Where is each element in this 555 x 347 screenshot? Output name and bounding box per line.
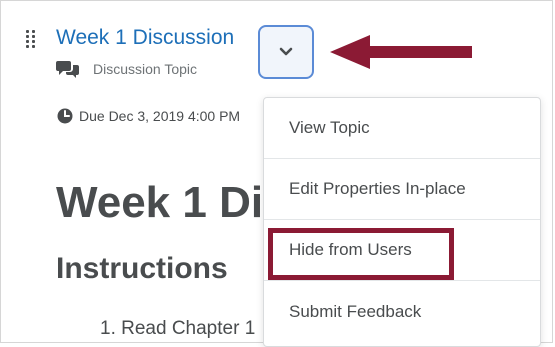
content-subheading: Instructions bbox=[56, 252, 228, 285]
menu-item-hide-from-users[interactable]: Hide from Users bbox=[264, 220, 540, 281]
arrow-left-icon bbox=[330, 35, 472, 69]
topic-type-label: Discussion Topic bbox=[93, 61, 198, 77]
instruction-list-item: 1. Read Chapter 1 bbox=[100, 318, 256, 339]
context-menu-button[interactable] bbox=[258, 25, 314, 79]
topic-title-link[interactable]: Week 1 Discussion bbox=[56, 26, 234, 50]
context-menu-dropdown: View Topic Edit Properties In-place Hide… bbox=[263, 97, 541, 347]
discussion-bubbles-icon bbox=[56, 61, 79, 78]
content-heading: Week 1 Discussion bbox=[56, 178, 263, 227]
chevron-down-icon bbox=[279, 47, 293, 56]
menu-item-view-topic[interactable]: View Topic bbox=[264, 98, 540, 159]
drag-handle-icon[interactable] bbox=[26, 30, 38, 50]
menu-item-edit-properties[interactable]: Edit Properties In-place bbox=[264, 159, 540, 220]
clock-icon bbox=[57, 108, 73, 124]
menu-item-submit-feedback[interactable]: Submit Feedback bbox=[264, 281, 540, 342]
due-date: Due Dec 3, 2019 4:00 PM bbox=[79, 108, 241, 124]
